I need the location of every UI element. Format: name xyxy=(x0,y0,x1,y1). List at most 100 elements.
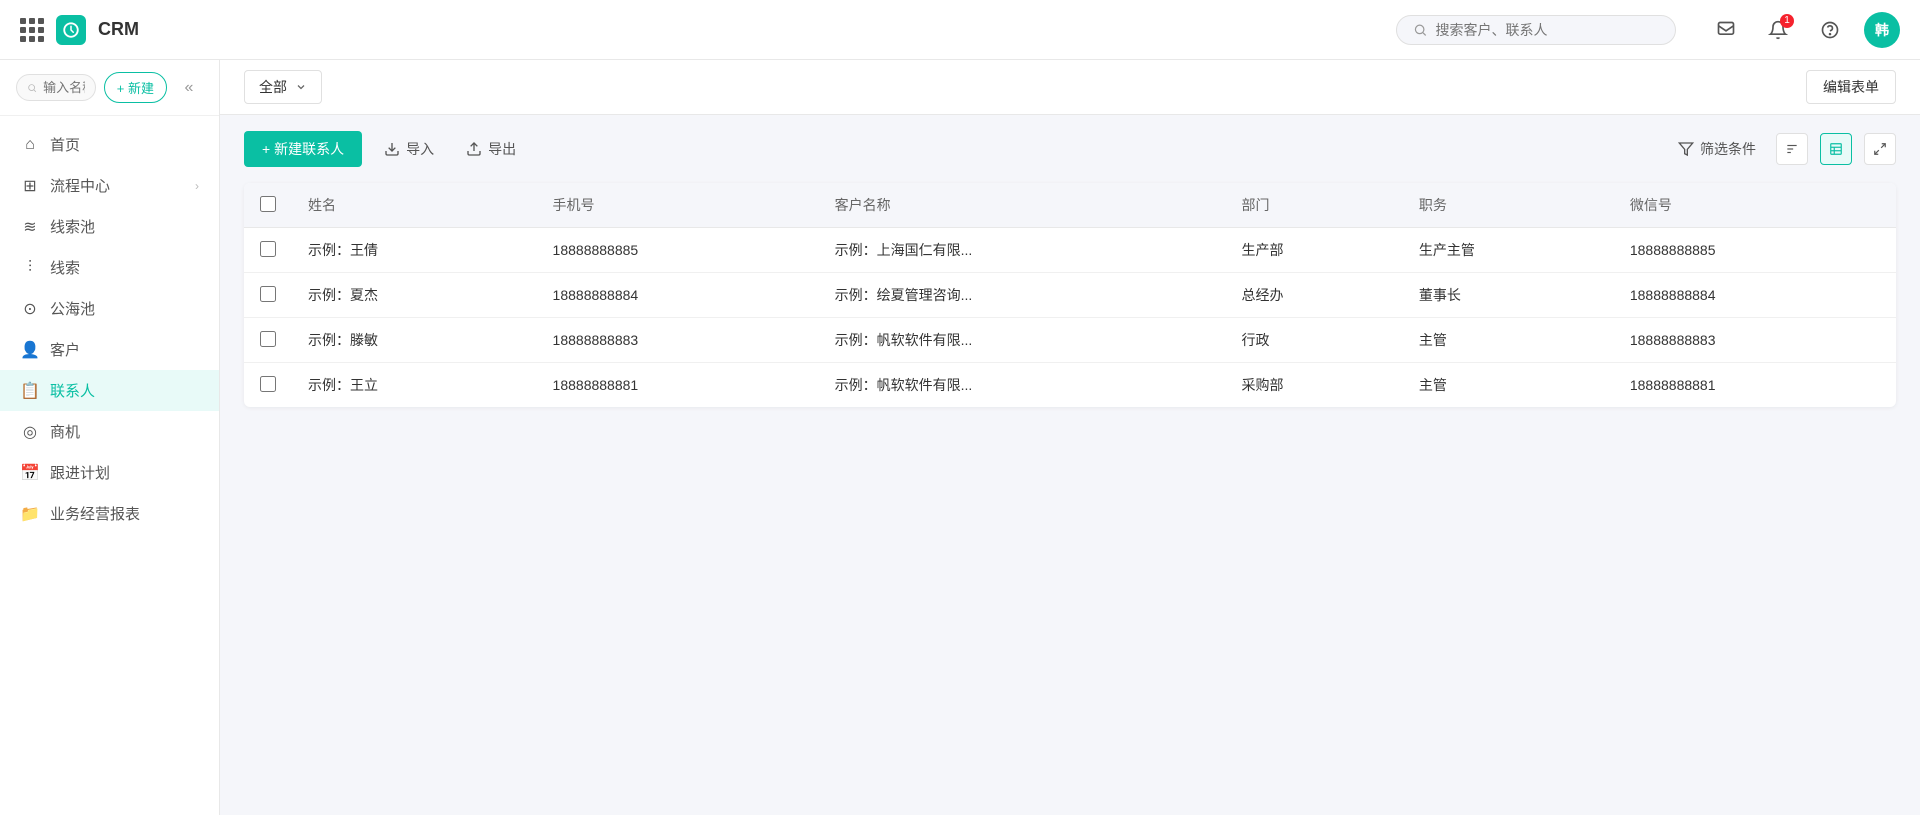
clue-pool-nav-icon: ≋ xyxy=(20,217,40,237)
export-button[interactable]: 导出 xyxy=(456,133,526,165)
sidebar-item-process[interactable]: ⊞ 流程中心 › xyxy=(0,165,219,206)
sidebar-item-label: 线索池 xyxy=(50,216,95,237)
sidebar-item-report[interactable]: 📁 业务经营报表 xyxy=(0,493,219,534)
main-content: 全部 编辑表单 + 新建联系人 导入 导出 xyxy=(220,60,1920,815)
cell-customer: 示例：帆软软件有限... xyxy=(819,363,1226,408)
sidebar-item-opportunity[interactable]: ◎ 商机 xyxy=(0,411,219,452)
sidebar-item-customer[interactable]: 👤 客户 xyxy=(0,329,219,370)
cell-phone: 18888888881 xyxy=(537,363,819,408)
filter-label: 筛选条件 xyxy=(1700,139,1756,159)
cell-phone: 18888888884 xyxy=(537,273,819,318)
select-all-checkbox[interactable] xyxy=(260,196,276,212)
sidebar-search-input[interactable] xyxy=(43,80,85,95)
row-checkbox[interactable] xyxy=(260,376,276,392)
cell-phone: 18888888885 xyxy=(537,228,819,273)
table-view-button[interactable] xyxy=(1820,133,1852,165)
row-checkbox[interactable] xyxy=(260,331,276,347)
cell-name: 示例：夏杰 xyxy=(292,273,537,318)
cell-name: 示例：滕敏 xyxy=(292,318,537,363)
sort-button[interactable] xyxy=(1776,133,1808,165)
row-checkbox[interactable] xyxy=(260,241,276,257)
sidebar-item-clue[interactable]: ⫶ 线索 xyxy=(0,247,219,288)
global-search[interactable] xyxy=(1396,15,1676,45)
sidebar-item-label: 跟进计划 xyxy=(50,462,110,483)
cell-phone: 18888888883 xyxy=(537,318,819,363)
contacts-table: 姓名 手机号 客户名称 部门 职务 微信号 示例：王倩 18888888885 … xyxy=(244,183,1896,407)
grid-menu-icon[interactable] xyxy=(20,18,44,42)
cell-wechat: 18888888883 xyxy=(1614,318,1896,363)
filter-button[interactable]: 筛选条件 xyxy=(1670,133,1764,165)
report-nav-icon: 📁 xyxy=(20,504,40,524)
table-view-icon xyxy=(1829,142,1843,156)
sidebar-item-label: 商机 xyxy=(50,421,80,442)
sidebar-item-followup[interactable]: 📅 跟进计划 xyxy=(0,452,219,493)
col-header-customer: 客户名称 xyxy=(819,183,1226,228)
sidebar: + 新建 « ⌂ 首页 ⊞ 流程中心 › ≋ 线索池 ⫶ 线索 ⊙ 公海池 👤 … xyxy=(0,60,220,815)
app-logo xyxy=(56,15,86,45)
help-button[interactable] xyxy=(1812,12,1848,48)
customer-nav-icon: 👤 xyxy=(20,340,40,360)
notification-button[interactable]: 1 xyxy=(1760,12,1796,48)
table-row[interactable]: 示例：王倩 18888888885 示例：上海国仁有限... 生产部 生产主管 … xyxy=(244,228,1896,273)
new-button[interactable]: + 新建 xyxy=(104,72,167,103)
table-row[interactable]: 示例：王立 18888888881 示例：帆软软件有限... 采购部 主管 18… xyxy=(244,363,1896,408)
row-checkbox-cell xyxy=(244,273,292,318)
sea-pool-nav-icon: ⊙ xyxy=(20,299,40,319)
sidebar-search-box[interactable] xyxy=(16,74,96,101)
cell-wechat: 18888888885 xyxy=(1614,228,1896,273)
clue-nav-icon: ⫶ xyxy=(20,259,40,277)
row-checkbox[interactable] xyxy=(260,286,276,302)
help-icon xyxy=(1820,20,1840,40)
sidebar-item-clue-pool[interactable]: ≋ 线索池 xyxy=(0,206,219,247)
cell-position: 生产主管 xyxy=(1403,228,1614,273)
process-nav-icon: ⊞ xyxy=(20,176,40,196)
sidebar-item-label: 业务经营报表 xyxy=(50,503,140,524)
sidebar-item-label: 联系人 xyxy=(50,380,95,401)
navbar-left: CRM xyxy=(20,15,139,45)
sidebar-item-contact[interactable]: 📋 联系人 xyxy=(0,370,219,411)
cell-customer: 示例：绘夏管理咨询... xyxy=(819,273,1226,318)
avatar[interactable]: 韩 xyxy=(1864,12,1900,48)
cell-wechat: 18888888884 xyxy=(1614,273,1896,318)
cell-name: 示例：王立 xyxy=(292,363,537,408)
sidebar-item-sea-pool[interactable]: ⊙ 公海池 xyxy=(0,288,219,329)
contact-nav-icon: 📋 xyxy=(20,381,40,401)
col-header-department: 部门 xyxy=(1225,183,1402,228)
sidebar-item-label: 线索 xyxy=(50,257,80,278)
app-title: CRM xyxy=(98,19,139,40)
expand-button[interactable] xyxy=(1864,133,1896,165)
row-checkbox-cell xyxy=(244,363,292,408)
search-icon xyxy=(1413,22,1428,38)
navbar: CRM 1 韩 xyxy=(0,0,1920,60)
import-button[interactable]: 导入 xyxy=(374,133,444,165)
followup-nav-icon: 📅 xyxy=(20,463,40,483)
col-header-position: 职务 xyxy=(1403,183,1614,228)
notification-badge: 1 xyxy=(1780,14,1794,28)
export-label: 导出 xyxy=(488,139,516,159)
header-checkbox-cell xyxy=(244,183,292,228)
home-nav-icon: ⌂ xyxy=(20,136,40,154)
cell-position: 主管 xyxy=(1403,318,1614,363)
chevron-down-icon xyxy=(295,81,307,93)
message-button[interactable] xyxy=(1708,12,1744,48)
cell-position: 董事长 xyxy=(1403,273,1614,318)
row-checkbox-cell xyxy=(244,228,292,273)
cell-customer: 示例：帆软软件有限... xyxy=(819,318,1226,363)
collapse-button[interactable]: « xyxy=(175,74,203,102)
cell-position: 主管 xyxy=(1403,363,1614,408)
sort-icon xyxy=(1785,142,1799,156)
global-search-input[interactable] xyxy=(1436,22,1659,38)
col-header-phone: 手机号 xyxy=(537,183,819,228)
table-body: 示例：王倩 18888888885 示例：上海国仁有限... 生产部 生产主管 … xyxy=(244,228,1896,408)
scope-filter[interactable]: 全部 xyxy=(244,70,322,104)
sidebar-item-home[interactable]: ⌂ 首页 xyxy=(0,124,219,165)
content-area: + 新建联系人 导入 导出 筛选条件 xyxy=(220,115,1920,815)
edit-form-button[interactable]: 编辑表单 xyxy=(1806,70,1896,104)
filter-icon xyxy=(1678,141,1694,157)
create-contact-button[interactable]: + 新建联系人 xyxy=(244,131,362,167)
table-row[interactable]: 示例：夏杰 18888888884 示例：绘夏管理咨询... 总经办 董事长 1… xyxy=(244,273,1896,318)
navbar-right: 1 韩 xyxy=(1708,12,1900,48)
table-row[interactable]: 示例：滕敏 18888888883 示例：帆软软件有限... 行政 主管 188… xyxy=(244,318,1896,363)
sidebar-search-area: + 新建 « xyxy=(0,60,219,116)
nav-menu: ⌂ 首页 ⊞ 流程中心 › ≋ 线索池 ⫶ 线索 ⊙ 公海池 👤 客户 📋 联系… xyxy=(0,116,219,815)
